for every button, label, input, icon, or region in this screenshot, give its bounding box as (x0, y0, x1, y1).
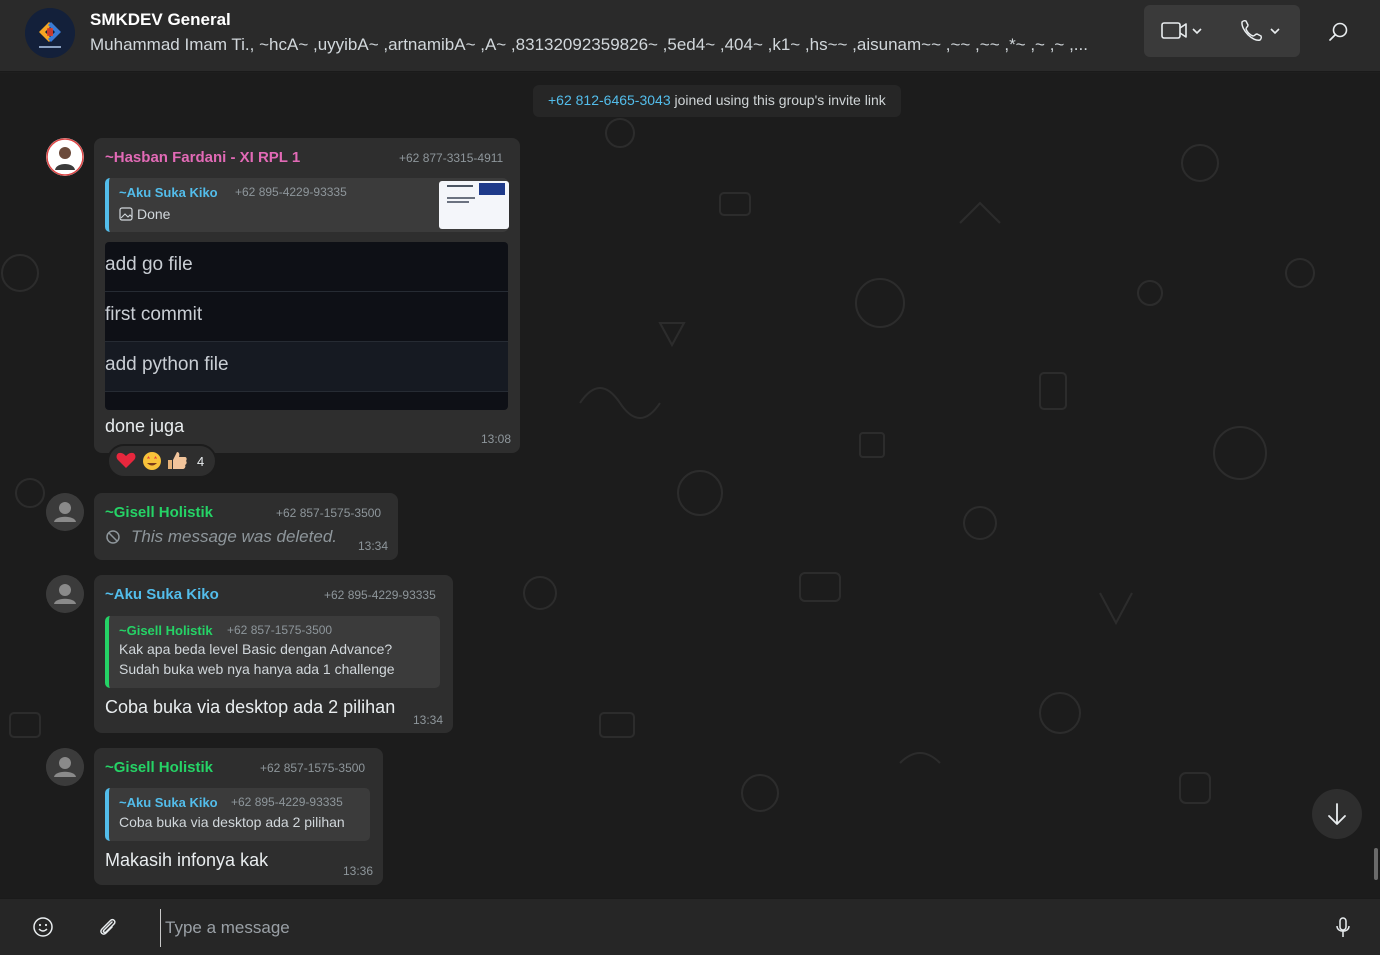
system-notice-text: joined using this group's invite link (670, 92, 886, 108)
deleted-message-text: This message was deleted. (131, 527, 337, 546)
message-bubble[interactable]: ~Aku Suka Kiko +62 895-4229-93335 ~Gisel… (94, 575, 453, 733)
smkdev-logo-icon (25, 8, 75, 58)
image-row: add python file (105, 342, 508, 392)
sender-phone: +62 895-4229-93335 (324, 588, 436, 602)
message-sender[interactable]: ~Hasban Fardani - XI RPL 1 (105, 149, 300, 166)
message-bubble[interactable]: ~Gisell Holistik +62 857-1575-3500 This … (94, 493, 398, 560)
quoted-text: Coba buka via desktop ada 2 pilihan (119, 814, 345, 830)
voice-call-icon (1241, 19, 1280, 41)
quoted-sender: ~Aku Suka Kiko (119, 185, 218, 200)
arrow-down-icon (1328, 803, 1346, 825)
message-time: 13:08 (481, 432, 512, 446)
deleted-icon (106, 530, 120, 544)
message-sender[interactable]: ~Gisell Holistik (105, 759, 213, 776)
video-call-button[interactable] (1150, 5, 1222, 57)
message-bubble[interactable]: ~Gisell Holistik +62 857-1575-3500 ~Aku … (94, 748, 383, 885)
star-struck-icon (143, 452, 161, 470)
default-avatar-icon (46, 493, 84, 531)
system-notice: +62 812-6465-3043 joined using this grou… (533, 85, 901, 117)
avatar[interactable] (46, 748, 84, 786)
reaction-count: 4 (197, 454, 205, 469)
video-call-icon (1161, 22, 1202, 39)
avatar[interactable] (46, 493, 84, 531)
message-bubble[interactable]: ~Hasban Fardani - XI RPL 1 +62 877-3315-… (94, 138, 520, 453)
chat-scrollbar[interactable] (1374, 848, 1378, 880)
voice-message-button[interactable] (1329, 913, 1357, 941)
quoted-message[interactable]: ~Gisell Holistik +62 857-1575-3500 Kak a… (105, 616, 440, 688)
quoted-phone: +62 857-1575-3500 (227, 623, 333, 637)
avatar[interactable] (46, 575, 84, 613)
paperclip-icon (100, 918, 116, 935)
message-time: 13:34 (413, 713, 444, 727)
sender-phone: +62 857-1575-3500 (260, 761, 366, 775)
avatar[interactable] (46, 138, 84, 176)
group-title[interactable]: SMKDEV General (90, 10, 231, 30)
quoted-text: Kak apa beda level Basic dengan Advance? (119, 641, 393, 657)
system-notice-phone[interactable]: +62 812-6465-3043 (548, 92, 671, 108)
message-time: 13:34 (358, 539, 389, 553)
message-composer (0, 898, 1380, 955)
quoted-text: Done (137, 206, 171, 222)
chat-area[interactable]: +62 812-6465-3043 joined using this grou… (0, 73, 1380, 898)
emoji-icon (33, 917, 53, 937)
image-row: add go file (105, 242, 508, 292)
emoji-button[interactable] (29, 913, 57, 941)
quoted-phone: +62 895-4229-93335 (235, 185, 347, 199)
thumbs-up-icon (168, 452, 187, 469)
quoted-message[interactable]: ~Aku Suka Kiko +62 895-4229-93335 Coba b… (105, 788, 370, 841)
heart-icon (116, 452, 136, 468)
quoted-sender: ~Gisell Holistik (119, 623, 213, 638)
message-text: done juga (105, 416, 185, 436)
scroll-to-bottom-button[interactable] (1312, 789, 1362, 839)
reaction-emojis (116, 452, 187, 470)
image-row: first commit (105, 292, 508, 342)
voice-call-button[interactable] (1228, 5, 1300, 57)
message-image[interactable]: add go file first commit add python file (105, 242, 508, 410)
user-avatar-icon (46, 138, 84, 176)
message-input[interactable] (160, 909, 1300, 947)
search-button[interactable] (1320, 14, 1356, 50)
chat-header[interactable]: SMKDEV General Muhammad Imam Ti., ~hcA~ … (0, 0, 1380, 72)
microphone-icon (1336, 917, 1350, 937)
attach-button[interactable] (93, 913, 121, 941)
group-avatar[interactable] (25, 8, 75, 58)
sender-phone: +62 877-3315-4911 (399, 151, 504, 165)
message-sender[interactable]: ~Gisell Holistik (105, 504, 213, 521)
message-text: Coba buka via desktop ada 2 pilihan (105, 697, 396, 717)
quoted-text-row: Done (119, 206, 170, 222)
quoted-sender: ~Aku Suka Kiko (119, 795, 218, 810)
image-icon (119, 207, 133, 221)
quoted-thumbnail (439, 181, 509, 229)
message-text: Makasih infonya kak (105, 850, 269, 870)
message-time: 13:36 (343, 864, 374, 878)
group-members[interactable]: Muhammad Imam Ti., ~hcA~ ,uyyibA~ ,artna… (90, 35, 1130, 55)
default-avatar-icon (46, 748, 84, 786)
sender-phone: +62 857-1575-3500 (276, 506, 382, 520)
search-icon (1329, 22, 1348, 41)
quoted-phone: +62 895-4229-93335 (231, 795, 343, 809)
message-sender[interactable]: ~Aku Suka Kiko (105, 586, 219, 603)
quoted-text: Sudah buka web nya hanya ada 1 challenge (119, 661, 395, 677)
call-buttons (1144, 5, 1300, 57)
default-avatar-icon (46, 575, 84, 613)
quoted-message[interactable]: ~Aku Suka Kiko +62 895-4229-93335 Done (105, 178, 509, 232)
message-reactions[interactable]: 4 (107, 444, 217, 478)
